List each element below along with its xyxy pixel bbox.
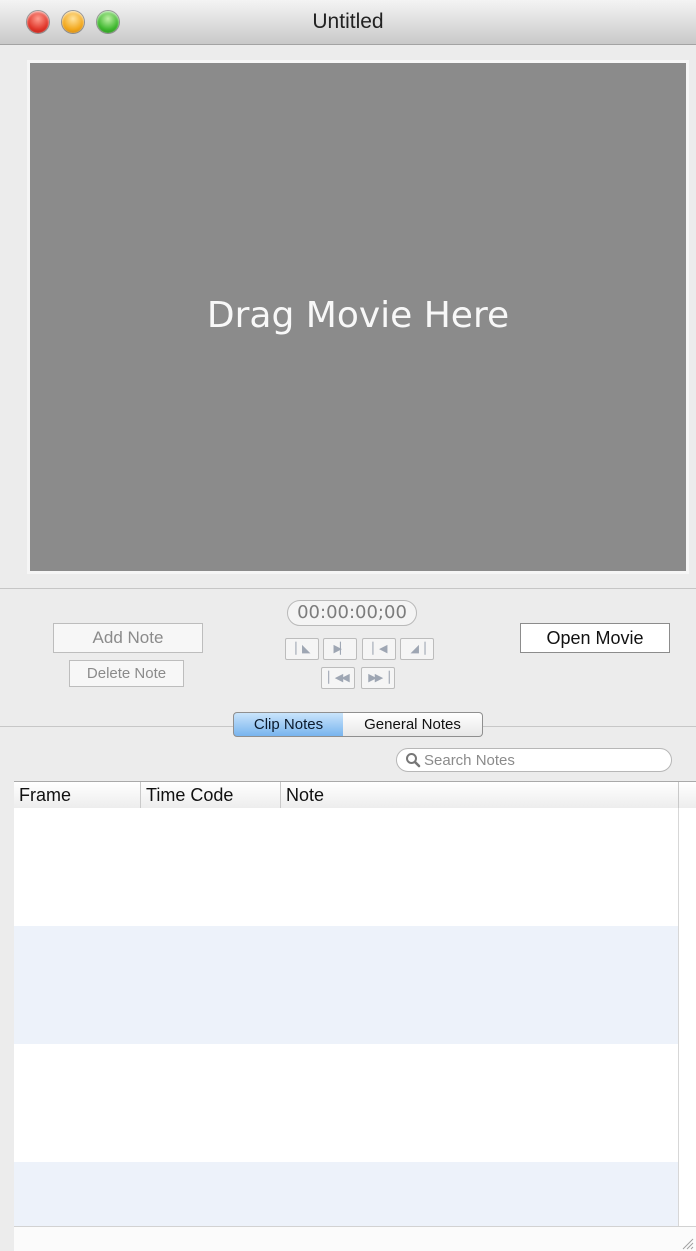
rewind-button[interactable]: ▏◀◀ — [321, 667, 355, 689]
step-back-button[interactable]: ▏◀ — [362, 638, 396, 660]
fast-forward-icon: ▶▶▕ — [368, 672, 389, 684]
mark-out-button[interactable]: ◢▕ — [400, 638, 434, 660]
mark-out-icon: ◢▕ — [410, 643, 426, 655]
step-back-icon: ▏◀ — [372, 643, 388, 655]
column-header-frame[interactable]: Frame — [14, 782, 141, 808]
timecode-display: 00:00:00;00 — [287, 600, 417, 626]
table-row[interactable] — [14, 1044, 678, 1162]
tab-general-notes[interactable]: General Notes — [343, 712, 483, 737]
window-title: Untitled — [312, 10, 384, 33]
table-header: Frame Time Code Note — [14, 782, 696, 809]
movie-drop-area[interactable]: Drag Movie Here — [27, 60, 689, 574]
search-field[interactable] — [396, 748, 672, 772]
resize-grip-icon[interactable] — [680, 1236, 694, 1250]
search-icon — [406, 753, 421, 768]
column-header-filler — [679, 782, 696, 808]
open-movie-button[interactable]: Open Movie — [520, 623, 670, 653]
mark-in-button[interactable]: ▏◣ — [285, 638, 319, 660]
title-bar[interactable]: Untitled — [0, 0, 696, 45]
table-row[interactable] — [14, 1162, 678, 1226]
table-row[interactable] — [14, 926, 678, 1044]
vertical-scrollbar[interactable] — [678, 808, 696, 1251]
search-input[interactable] — [424, 750, 654, 770]
add-note-button[interactable]: Add Note — [53, 623, 203, 653]
rewind-icon: ▏◀◀ — [328, 672, 349, 684]
play-button[interactable]: ▶▏ — [323, 638, 357, 660]
tab-clip-notes[interactable]: Clip Notes — [233, 712, 344, 737]
delete-note-button[interactable]: Delete Note — [69, 660, 184, 687]
column-header-time-code[interactable]: Time Code — [141, 782, 281, 808]
notes-table: Frame Time Code Note — [14, 781, 696, 1251]
mark-in-icon: ▏◣ — [295, 643, 311, 655]
movie-placeholder-text: Drag Movie Here — [206, 295, 510, 336]
play-icon: ▶▏ — [333, 643, 349, 655]
fast-forward-button[interactable]: ▶▶▕ — [361, 667, 395, 689]
table-row[interactable] — [14, 808, 678, 926]
horizontal-scrollbar[interactable] — [14, 1226, 696, 1251]
movie-divider — [0, 588, 696, 589]
column-header-note[interactable]: Note — [281, 782, 679, 808]
app-window: Untitled Drag Movie Here Add Note Delete… — [0, 0, 696, 1251]
